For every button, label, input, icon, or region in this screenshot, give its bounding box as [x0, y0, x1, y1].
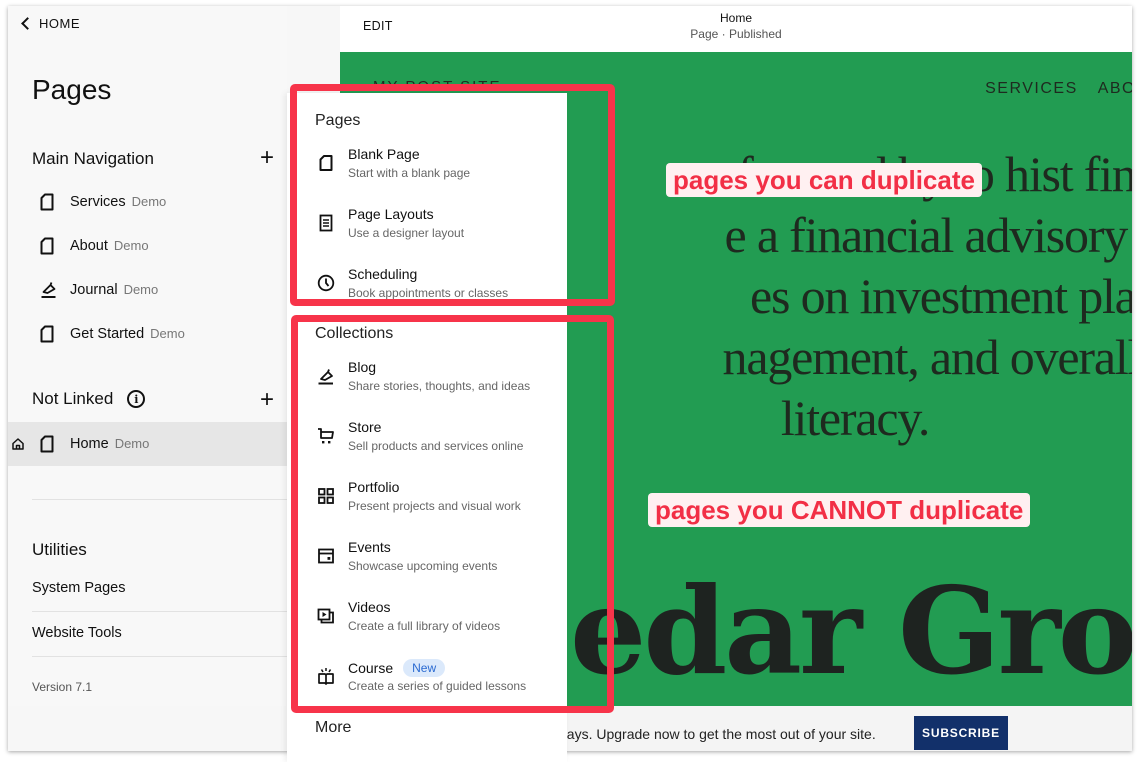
blog-pen-icon	[41, 282, 56, 298]
divider	[32, 611, 287, 612]
divider	[32, 499, 287, 500]
menu-item-videos[interactable]: Videos Create a full library of videos	[287, 599, 567, 655]
course-book-icon	[318, 668, 334, 685]
menu-item-description: Showcase upcoming events	[348, 559, 498, 573]
menu-item-description: Create a series of guided lessons	[348, 679, 527, 693]
menu-item-scheduling[interactable]: Scheduling Book appointments or classes	[287, 266, 567, 322]
menu-item-title: Store	[348, 419, 382, 435]
info-icon[interactable]: i	[127, 390, 146, 408]
menu-item-events[interactable]: Events Showcase upcoming events	[287, 539, 567, 595]
menu-item-title: Course New	[348, 659, 446, 677]
page-icon	[40, 325, 54, 343]
menu-item-title: Videos	[348, 599, 391, 615]
calendar-icon	[318, 548, 334, 564]
menu-item-title: Blog	[348, 359, 377, 375]
grid-icon	[318, 488, 334, 504]
back-home-button[interactable]: HOME	[20, 16, 80, 31]
version-label: Version 7.1	[32, 680, 93, 694]
menu-item-page-layouts[interactable]: Page Layouts Use a designer layout	[287, 206, 567, 262]
page-icon	[40, 237, 54, 255]
upgrade-banner-text: days. Upgrade now to get the most out of…	[559, 726, 876, 742]
not-linked-label: Not Linked	[32, 389, 114, 408]
annotation-label-can-duplicate: pages you can duplicate	[666, 163, 982, 197]
nav-item-services[interactable]: Services Demo	[8, 180, 287, 224]
blank-page-icon	[319, 155, 333, 171]
menu-item-description: Share stories, thoughts, and ideas	[348, 379, 531, 393]
add-not-linked-page-button[interactable]: +	[260, 388, 274, 412]
menu-item-title: Page Layouts	[348, 206, 434, 222]
divider	[32, 656, 287, 657]
main-navigation-heading: Main Navigation	[32, 149, 154, 168]
demo-tag: Demo	[131, 194, 167, 209]
demo-tag: Demo	[123, 282, 159, 297]
clock-icon	[317, 274, 335, 292]
website-tools-link[interactable]: Website Tools	[32, 625, 122, 641]
more-section-heading: More	[315, 719, 352, 736]
page-title: Home	[719, 11, 752, 25]
layout-icon	[319, 214, 333, 232]
nav-item-about[interactable]: About Demo	[8, 224, 287, 268]
nav-item-label: Services	[70, 194, 126, 210]
menu-item-title: Blank Page	[348, 146, 420, 162]
menu-item-description: Book appointments or classes	[348, 286, 509, 300]
menu-item-title: Portfolio	[348, 479, 400, 495]
site-nav: SERVICES ABO	[971, 80, 1132, 98]
annotation-label-cannot-duplicate: pages you CANNOT duplicate	[648, 493, 1031, 527]
site-nav-about[interactable]: ABO	[1098, 80, 1132, 97]
pages-section-heading: Pages	[315, 112, 361, 129]
menu-item-description: Sell products and services online	[348, 439, 524, 453]
menu-item-blog[interactable]: Blog Share stories, thoughts, and ideas	[287, 359, 567, 415]
pages-sidebar: HOME Pages Main Navigation + Services Dem…	[8, 6, 287, 706]
brand-heading: edar Gro	[570, 561, 1132, 702]
app-window: HOME Pages Main Navigation + Services Dem…	[8, 6, 1132, 751]
new-badge: New	[403, 659, 446, 677]
editor-topbar: EDIT Home Page · Published	[340, 6, 1132, 52]
menu-item-description: Start with a blank page	[348, 166, 471, 180]
sidebar-title: Pages	[32, 74, 112, 105]
hero-line: nagement, and overall fin	[722, 329, 1132, 385]
add-page-menu: Pages Blank Page Start with a blank page…	[287, 93, 567, 762]
demo-tag: Demo	[113, 238, 149, 253]
cart-icon	[318, 428, 334, 444]
page-status: Page · Published	[690, 27, 782, 41]
system-pages-link[interactable]: System Pages	[32, 580, 126, 596]
menu-item-title: Scheduling	[348, 266, 418, 282]
demo-tag: Demo	[150, 326, 185, 341]
menu-item-store[interactable]: Store Sell products and services online	[287, 419, 567, 475]
menu-item-description: Use a designer layout	[348, 226, 465, 240]
homepage-icon	[12, 438, 24, 450]
hero-line: e a financial advisory gro	[724, 207, 1132, 263]
hero-line: es on investment planni	[750, 268, 1132, 324]
subscribe-button[interactable]: SUBSCRIBE	[914, 716, 1008, 750]
demo-tag: Demo	[114, 436, 150, 451]
menu-item-course[interactable]: Course New Create a series of guided les…	[287, 659, 567, 715]
menu-item-portfolio[interactable]: Portfolio Present projects and visual wo…	[287, 479, 567, 535]
nav-item-journal[interactable]: Journal Demo	[8, 268, 287, 312]
page-icon	[40, 193, 54, 211]
menu-item-title: Events	[348, 539, 391, 555]
chevron-left-icon	[21, 17, 34, 30]
nav-item-get-started[interactable]: Get Started Demo	[8, 312, 287, 356]
video-icon	[317, 608, 334, 624]
nav-item-label: Home	[70, 436, 109, 452]
menu-item-description: Create a full library of videos	[348, 619, 501, 633]
back-home-label: HOME	[39, 16, 80, 31]
blog-pen-icon	[318, 369, 333, 385]
page-icon	[40, 435, 54, 453]
nav-item-label: Journal	[70, 282, 118, 298]
menu-item-blank-page[interactable]: Blank Page Start with a blank page	[287, 146, 567, 202]
nav-item-label: About	[70, 238, 108, 254]
menu-item-title-text: Course	[348, 660, 394, 676]
nav-item-home[interactable]: Home Demo	[8, 422, 287, 466]
menu-item-description: Present projects and visual work	[348, 499, 521, 513]
collections-section-heading: Collections	[315, 325, 394, 342]
nav-item-label: Get Started	[70, 326, 145, 342]
add-main-nav-page-button[interactable]: +	[260, 146, 274, 170]
utilities-heading: Utilities	[32, 540, 87, 559]
site-nav-services[interactable]: SERVICES	[985, 80, 1078, 97]
not-linked-heading: Not Linked i	[32, 389, 146, 409]
